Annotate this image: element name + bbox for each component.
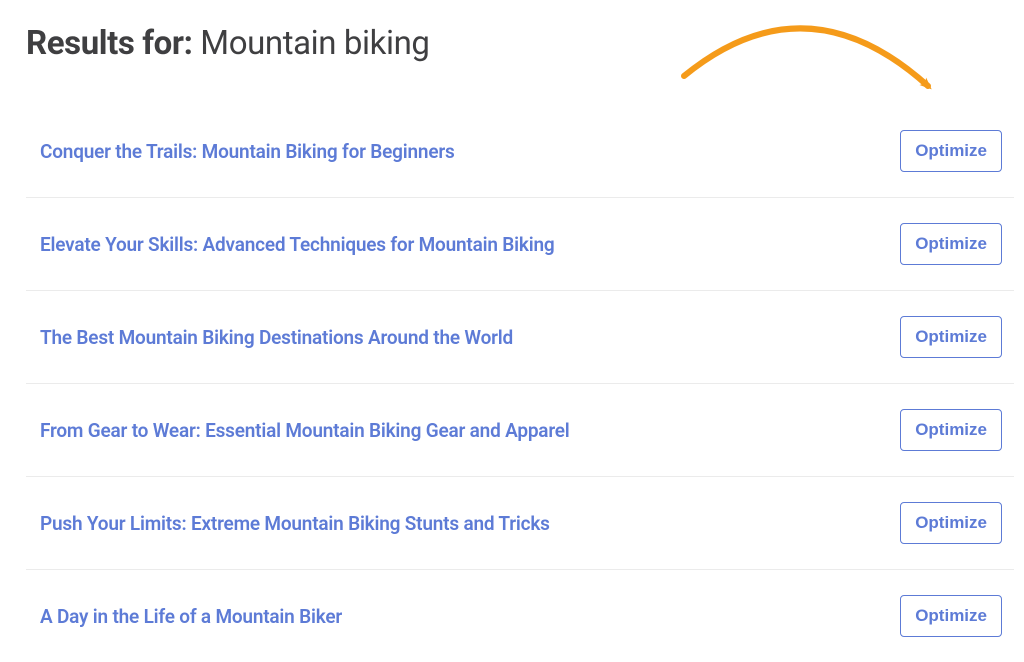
- optimize-button[interactable]: Optimize: [900, 130, 1002, 172]
- optimize-button[interactable]: Optimize: [900, 409, 1002, 451]
- result-row: Elevate Your Skills: Advanced Techniques…: [26, 198, 1014, 291]
- optimize-button[interactable]: Optimize: [900, 316, 1002, 358]
- results-list: Conquer the Trails: Mountain Biking for …: [26, 105, 1014, 662]
- result-title-link[interactable]: Elevate Your Skills: Advanced Techniques…: [40, 233, 554, 256]
- result-row: From Gear to Wear: Essential Mountain Bi…: [26, 384, 1014, 477]
- result-row: Push Your Limits: Extreme Mountain Bikin…: [26, 477, 1014, 570]
- optimize-button[interactable]: Optimize: [900, 223, 1002, 265]
- results-query: Mountain biking: [200, 24, 429, 63]
- result-title-link[interactable]: A Day in the Life of a Mountain Biker: [40, 605, 342, 628]
- result-row: A Day in the Life of a Mountain Biker Op…: [26, 570, 1014, 662]
- result-title-link[interactable]: Push Your Limits: Extreme Mountain Bikin…: [40, 512, 550, 535]
- result-row: Conquer the Trails: Mountain Biking for …: [26, 105, 1014, 198]
- optimize-button[interactable]: Optimize: [900, 502, 1002, 544]
- results-header: Results for: Mountain biking: [26, 24, 1014, 63]
- results-prefix: Results for:: [26, 24, 200, 63]
- result-title-link[interactable]: Conquer the Trails: Mountain Biking for …: [40, 140, 455, 163]
- result-row: The Best Mountain Biking Destinations Ar…: [26, 291, 1014, 384]
- result-title-link[interactable]: From Gear to Wear: Essential Mountain Bi…: [40, 419, 570, 442]
- optimize-button[interactable]: Optimize: [900, 595, 1002, 637]
- result-title-link[interactable]: The Best Mountain Biking Destinations Ar…: [40, 326, 513, 349]
